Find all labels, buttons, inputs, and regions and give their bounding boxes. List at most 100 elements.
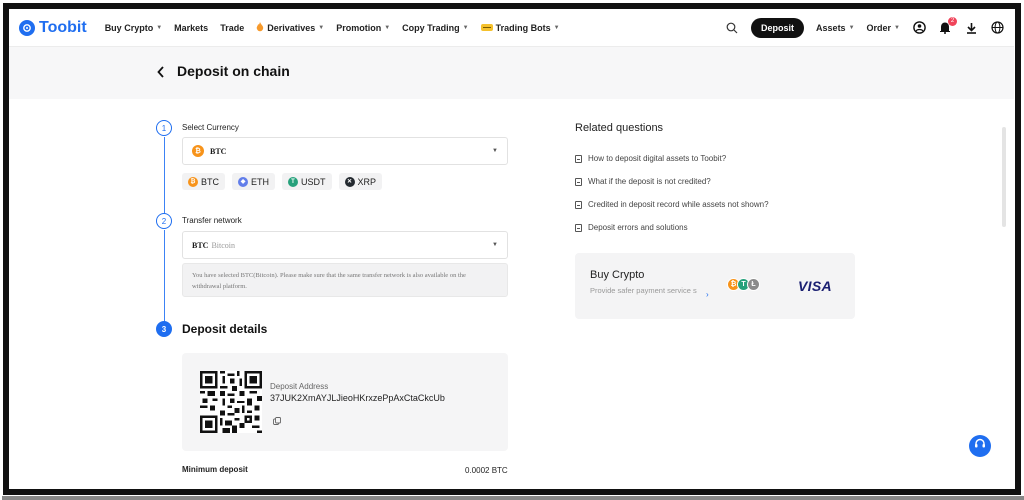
quick-currency-chips: ₿ BTC ◆ ETH T USDT ✕ XRP: [182, 173, 383, 190]
new-badge-icon: [480, 23, 493, 33]
brand-name: Toobit: [39, 18, 87, 36]
chevron-down-icon: ▼: [894, 24, 900, 31]
flame-icon: [256, 21, 264, 34]
page-title: Deposit on chain: [177, 63, 290, 79]
app-window: Toobit Buy Crypto ▼ Markets Trade Derivat…: [9, 9, 1014, 489]
network-warning-note: You have selected BTC(Bitcoin). Please m…: [182, 263, 508, 297]
chevron-down-icon: ▼: [318, 24, 325, 31]
currency-select[interactable]: ₿ BTC ▼: [182, 137, 508, 165]
buy-crypto-card[interactable]: Buy Crypto Provide safer payment service…: [575, 253, 855, 319]
nav-derivatives[interactable]: Derivatives ▼: [256, 21, 325, 34]
chip-label: XRP: [357, 176, 377, 187]
back-arrow-icon[interactable]: [157, 65, 165, 81]
nav-label: Trade: [220, 22, 245, 33]
deposit-address-value: 37JUK2XmAYJLJieoHKrxzePpAxCtaCkcUb: [270, 393, 445, 403]
headset-icon: [974, 437, 986, 455]
step-label: Deposit details: [182, 322, 268, 336]
nav-order[interactable]: Order ▼: [867, 23, 900, 33]
nav-promotion[interactable]: Promotion ▼: [336, 23, 390, 33]
related-question-text: What if the deposit is not credited?: [588, 177, 711, 186]
btc-icon: ₿: [192, 145, 204, 157]
step-number: 1: [156, 120, 172, 136]
nav-label: Markets: [174, 22, 209, 33]
bell-icon[interactable]: 2: [938, 16, 957, 35]
chevron-down-icon: ▼: [492, 242, 498, 248]
nav-label: Assets: [816, 22, 846, 33]
download-icon[interactable]: [964, 21, 978, 35]
chevron-down-icon: ▼: [553, 24, 560, 31]
network-select[interactable]: BTC Bitcoin ▼: [182, 231, 508, 259]
chip-btc[interactable]: ₿ BTC: [182, 173, 225, 190]
step-number: 3: [156, 321, 172, 337]
currency-select-value: BTC: [210, 146, 227, 156]
chevron-down-icon: ▼: [462, 24, 469, 31]
buy-crypto-title: Buy Crypto: [590, 269, 645, 281]
chip-label: USDT: [301, 176, 326, 187]
related-question-text: Credited in deposit record while assets …: [588, 200, 769, 209]
search-icon[interactable]: [725, 21, 739, 35]
top-nav: Toobit Buy Crypto ▼ Markets Trade Derivat…: [9, 9, 1014, 47]
notification-count-badge: 2: [948, 16, 957, 26]
chip-usdt[interactable]: T USDT: [282, 173, 332, 190]
screenshot-frame: Toobit Buy Crypto ▼ Markets Trade Derivat…: [0, 0, 1024, 500]
deposit-details-box: Deposit Address 37JUK2XmAYJLJieoHKrxzePp…: [182, 353, 508, 451]
related-question-link[interactable]: Credited in deposit record while assets …: [575, 200, 769, 209]
nav-copy-trading[interactable]: Copy Trading ▼: [402, 23, 468, 33]
user-icon[interactable]: [912, 21, 926, 35]
chip-label: ETH: [251, 176, 269, 187]
chevron-down-icon: ▼: [156, 24, 163, 31]
nav-assets[interactable]: Assets ▼: [816, 23, 854, 33]
document-icon: [575, 223, 582, 232]
chevron-down-icon: ▼: [492, 148, 498, 154]
related-question-link[interactable]: What if the deposit is not credited?: [575, 177, 711, 186]
eth-icon: ◆: [238, 176, 248, 187]
step-label: Select Currency: [182, 123, 239, 132]
copy-icon[interactable]: [273, 412, 281, 425]
deposit-button[interactable]: Deposit: [751, 17, 805, 38]
nav-trading-bots[interactable]: Trading Bots ▼: [480, 22, 560, 33]
page-scrollbar[interactable]: [1002, 47, 1008, 489]
chip-eth[interactable]: ◆ ETH: [232, 173, 275, 190]
scrollbar-thumb[interactable]: [1002, 127, 1006, 227]
nav-markets[interactable]: Markets: [174, 23, 208, 33]
chevron-down-icon: ▼: [384, 24, 391, 31]
chip-label: BTC: [201, 176, 219, 187]
nav-buy-crypto[interactable]: Buy Crypto ▼: [105, 23, 162, 33]
xrp-icon: ✕: [344, 176, 355, 187]
note-line: You have selected BTC(Bitcoin). Please m…: [192, 272, 466, 279]
note-line: withdrawal platform.: [192, 283, 247, 291]
nav-label: Trading Bots: [495, 22, 551, 33]
nav-label: Derivatives: [267, 22, 316, 33]
document-icon: [575, 177, 582, 186]
related-question-text: How to deposit digital assets to Toobit?: [588, 154, 727, 163]
nav-label: Buy Crypto: [104, 22, 154, 33]
network-name: Bitcoin: [211, 240, 236, 250]
step-number: 2: [156, 213, 172, 229]
deposit-address-label: Deposit Address: [270, 382, 329, 391]
related-question-text: Deposit errors and solutions: [588, 223, 688, 232]
chevron-down-icon: ▼: [848, 24, 855, 31]
ltc-icon: Ł: [747, 278, 760, 291]
btc-icon: ₿: [188, 176, 198, 187]
buy-crypto-subtitle: Provide safer payment service s: [590, 286, 697, 295]
nav-label: Copy Trading: [402, 22, 460, 33]
coin-stack: ₿ T Ł: [727, 278, 760, 291]
visa-logo: VISA: [798, 278, 832, 294]
brand-logo[interactable]: Toobit: [19, 19, 87, 37]
nav-trade[interactable]: Trade: [220, 23, 244, 33]
usdt-icon: T: [288, 176, 298, 187]
step-connector: [164, 230, 165, 322]
toobit-logo-icon: [19, 19, 35, 36]
deposit-qr-code: [200, 371, 262, 433]
chip-xrp[interactable]: ✕ XRP: [338, 173, 383, 190]
related-question-link[interactable]: How to deposit digital assets to Toobit?: [575, 154, 726, 163]
support-chat-button[interactable]: [969, 435, 991, 457]
document-icon: [575, 200, 582, 209]
step-label: Transfer network: [182, 216, 242, 225]
nav-label: Order: [866, 22, 892, 33]
nav-label: Promotion: [336, 22, 382, 33]
related-questions-title: Related questions: [575, 122, 664, 134]
page-header: Deposit on chain: [9, 47, 1014, 99]
globe-icon[interactable]: [990, 21, 1004, 35]
related-question-link[interactable]: Deposit errors and solutions: [575, 223, 688, 232]
